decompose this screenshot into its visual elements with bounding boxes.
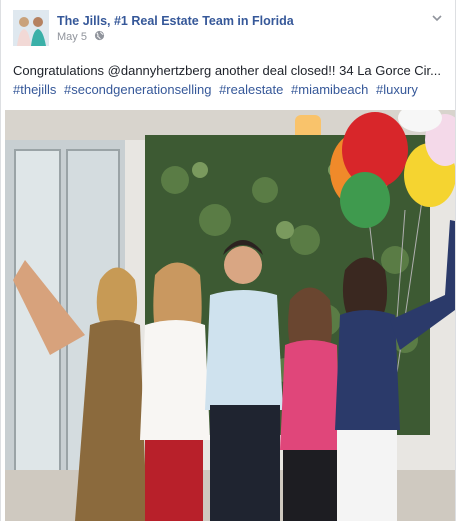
post-meta: May 5 xyxy=(57,30,105,44)
post-message: Congratulations @dannyhertzberg another … xyxy=(13,61,447,99)
post-date[interactable]: May 5 xyxy=(57,31,87,43)
post-photo[interactable] xyxy=(5,110,455,521)
post-header: The Jills, #1 Real Estate Team in Florid… xyxy=(11,8,445,48)
hashtag-link[interactable]: #secondgenerationselling xyxy=(64,82,211,97)
hashtag-list: #thejills #secondgenerationselling #real… xyxy=(13,80,447,99)
globe-icon xyxy=(94,30,105,44)
post-message-text: Congratulations @dannyhertzberg another … xyxy=(13,63,442,78)
hashtag-link[interactable]: #miamibeach xyxy=(291,82,368,97)
page-avatar[interactable] xyxy=(13,10,49,46)
hashtag-link[interactable]: #thejills xyxy=(13,82,56,97)
chevron-down-icon[interactable] xyxy=(429,10,445,26)
page-name-link[interactable]: The Jills, #1 Real Estate Team in Florid… xyxy=(57,14,294,28)
facebook-post: The Jills, #1 Real Estate Team in Florid… xyxy=(0,0,456,521)
hashtag-link[interactable]: #luxury xyxy=(376,82,418,97)
hashtag-link[interactable]: #realestate xyxy=(219,82,283,97)
